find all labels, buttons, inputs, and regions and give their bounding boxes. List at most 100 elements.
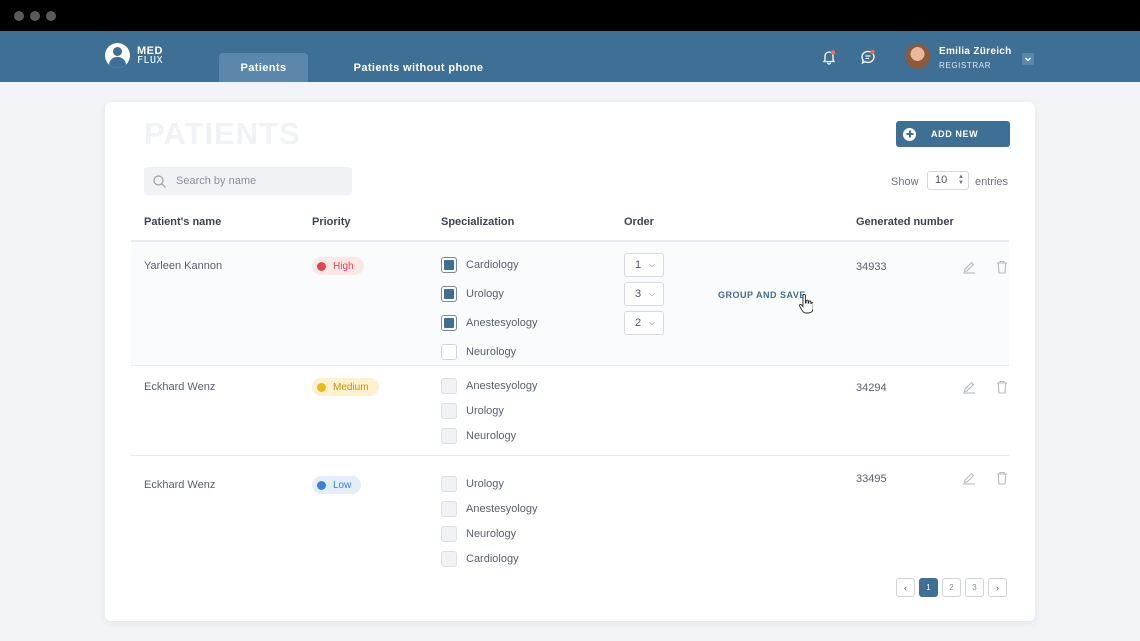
window-minimize-dot[interactable] — [30, 11, 40, 21]
priority-label: Low — [333, 479, 352, 491]
group-and-save-button[interactable]: GROUP AND SAVE — [718, 290, 806, 300]
specialization-option[interactable]: Anestesyology — [441, 501, 538, 517]
generated-number: 33495 — [856, 473, 887, 485]
header-patient-name: Patient's name — [144, 216, 222, 228]
tab-patients-without-phone[interactable]: Patients without phone — [336, 53, 501, 82]
chevron-left-icon[interactable]: ‹ — [896, 578, 915, 597]
trash-icon[interactable] — [995, 260, 1009, 274]
specialization-option[interactable]: Cardiology — [441, 257, 519, 273]
tab-patients[interactable]: Patients — [219, 53, 308, 82]
window-zoom-dot[interactable] — [46, 11, 56, 21]
specialization-label: Cardiology — [466, 259, 519, 271]
specialization-option[interactable]: Urology — [441, 476, 504, 492]
checkbox[interactable] — [441, 286, 457, 302]
specialization-option[interactable]: Anestesyology — [441, 378, 538, 394]
header-order: Order — [624, 216, 654, 228]
bell-icon[interactable] — [821, 49, 837, 65]
brand-logo[interactable]: MED FLUX — [105, 43, 163, 68]
doctor-logo-icon — [105, 43, 130, 68]
trash-icon[interactable] — [995, 380, 1009, 394]
specialization-label: Anestesyology — [466, 317, 538, 329]
edit-icon[interactable] — [962, 471, 976, 485]
order-value: 3 — [635, 288, 642, 300]
checkbox[interactable] — [441, 344, 457, 360]
specialization-label: Anestesyology — [466, 380, 538, 392]
user-name: Emilia Züreich — [939, 46, 1012, 57]
page-button-3[interactable]: 3 — [965, 578, 984, 597]
specialization-option[interactable]: Neurology — [441, 526, 516, 542]
priority-dot-icon — [317, 480, 326, 490]
add-new-button[interactable]: ADD NEW — [896, 121, 1010, 147]
brand-line-1: MED — [137, 44, 163, 57]
window-titlebar — [0, 0, 1140, 31]
chevron-right-icon[interactable]: › — [988, 578, 1007, 597]
entries-label: entries — [975, 176, 1009, 188]
window-close-dot[interactable] — [14, 11, 24, 21]
checkbox[interactable] — [441, 428, 457, 444]
specialization-label: Anestesyology — [466, 503, 538, 515]
top-navigation: MED FLUX Patients Patients without phone… — [0, 31, 1140, 82]
priority-badge: Medium — [312, 378, 379, 396]
specialization-label: Neurology — [466, 528, 517, 540]
edit-icon[interactable] — [962, 380, 976, 394]
checkbox[interactable] — [441, 476, 457, 492]
specialization-option[interactable]: Neurology — [441, 344, 516, 360]
plus-icon — [903, 127, 916, 141]
order-value: 1 — [635, 259, 642, 271]
priority-label: Medium — [333, 381, 369, 393]
specialization-option[interactable]: Urology — [441, 403, 504, 419]
specialization-option[interactable]: Anestesyology — [441, 315, 538, 331]
generated-number: 34933 — [856, 261, 887, 273]
chevron-down-icon: ⌵ — [648, 318, 655, 327]
checkbox[interactable] — [441, 526, 457, 542]
chevron-down-icon: ⌵ — [648, 260, 655, 269]
chevron-down-icon[interactable] — [1022, 53, 1034, 65]
specialization-label: Neurology — [466, 346, 517, 358]
specialization-option[interactable]: Urology — [441, 286, 504, 302]
pagination: ‹ 1 2 3 › — [896, 578, 1011, 597]
search-icon — [153, 174, 166, 188]
header-priority: Priority — [312, 216, 351, 228]
entries-value: 10 — [935, 174, 948, 186]
priority-badge: Low — [312, 476, 362, 494]
order-select[interactable]: 3 ⌵ — [624, 282, 664, 306]
edit-icon[interactable] — [962, 260, 976, 274]
specialization-label: Urology — [466, 405, 504, 417]
search-box[interactable] — [144, 167, 352, 195]
entries-select[interactable]: 10 ▲ ▼ — [927, 171, 969, 190]
checkbox[interactable] — [441, 378, 457, 394]
user-role: REGISTRAR — [939, 61, 992, 70]
add-new-label: ADD NEW — [931, 129, 979, 139]
checkbox[interactable] — [441, 501, 457, 517]
table-row: Eckhard Wenz Medium Anestesyology Urolog… — [131, 366, 1009, 455]
table-row: Eckhard Wenz Low Urology Anestesyology N… — [131, 456, 1009, 571]
hand-cursor-icon — [799, 294, 813, 314]
page-title: PATIENTS — [144, 116, 301, 151]
user-avatar[interactable] — [905, 44, 930, 69]
search-input[interactable] — [176, 175, 346, 187]
specialization-option[interactable]: Neurology — [441, 428, 516, 444]
priority-label: High — [333, 260, 354, 272]
specialization-option[interactable]: Cardiology — [441, 551, 519, 567]
page-button-2[interactable]: 2 — [942, 578, 961, 597]
checkbox[interactable] — [441, 403, 457, 419]
order-select[interactable]: 2 ⌵ — [624, 311, 664, 335]
order-select[interactable]: 1 ⌵ — [624, 253, 664, 277]
patients-card: PATIENTS ADD NEW Show 10 ▲▼ entries Pati… — [105, 102, 1035, 621]
order-value: 2 — [635, 317, 642, 329]
checkbox[interactable] — [441, 551, 457, 567]
page-button-1[interactable]: 1 — [919, 578, 938, 597]
checkbox[interactable] — [441, 257, 457, 273]
checkbox[interactable] — [441, 315, 457, 331]
specialization-label: Neurology — [466, 430, 517, 442]
specialization-label: Urology — [466, 478, 504, 490]
patient-name: Eckhard Wenz — [144, 381, 216, 393]
priority-dot-icon — [317, 261, 326, 271]
spinner-icon[interactable]: ▲ ▼ — [958, 174, 964, 186]
show-label: Show — [891, 176, 919, 188]
trash-icon[interactable] — [995, 471, 1009, 485]
patient-name: Eckhard Wenz — [144, 479, 216, 491]
patient-name: Yarleen Kannon — [144, 260, 223, 272]
priority-badge: High — [312, 257, 364, 275]
chat-icon[interactable] — [860, 49, 876, 65]
